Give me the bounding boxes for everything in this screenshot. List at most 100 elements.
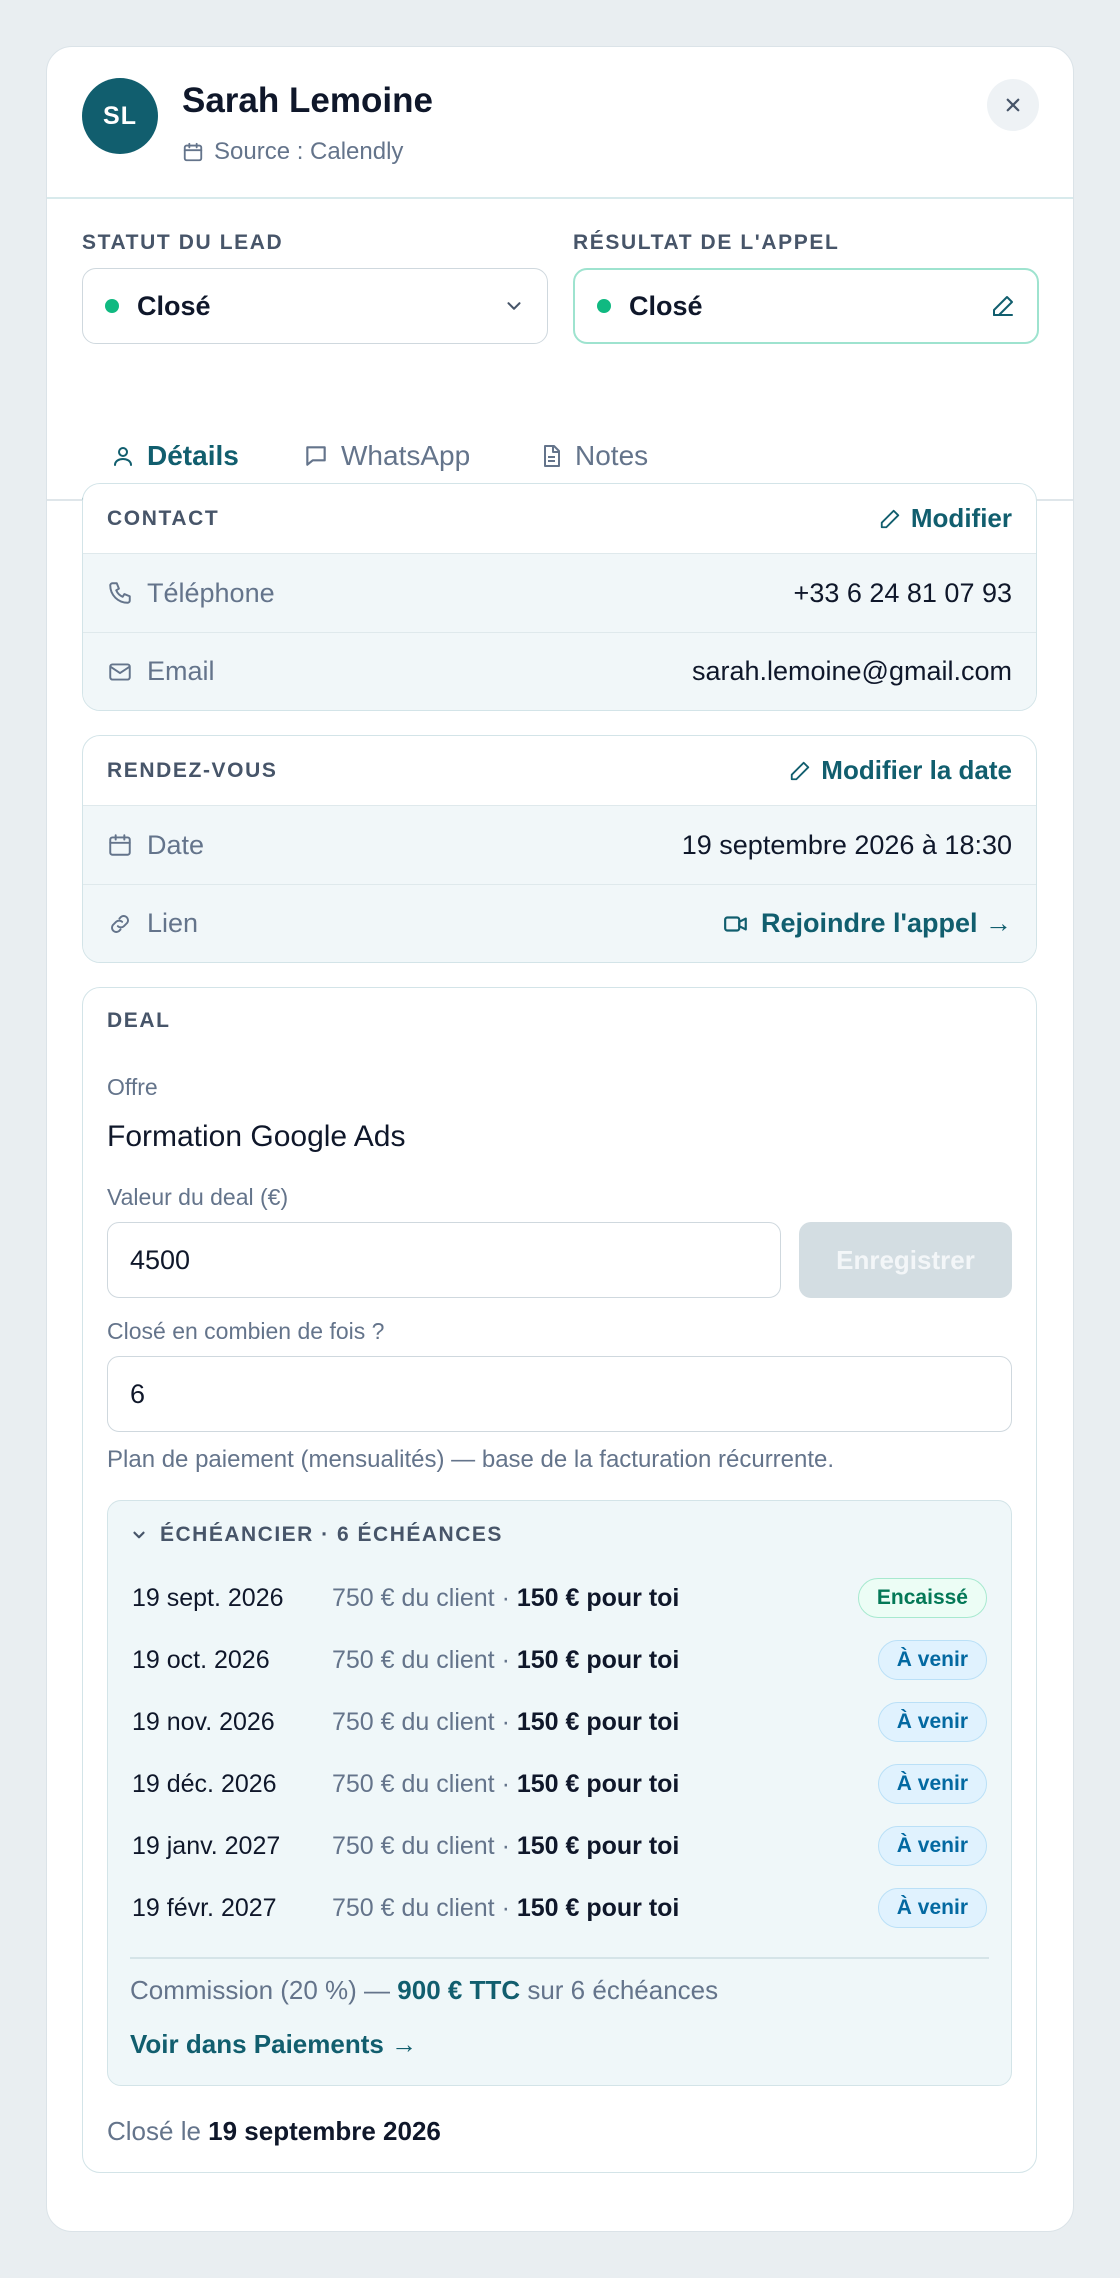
date-label: Date xyxy=(147,829,205,860)
schedule-date: 19 févr. 2027 xyxy=(132,1893,277,1922)
installments-label: Closé en combien de fois ? xyxy=(107,1318,385,1344)
lead-status-select[interactable]: Closé xyxy=(82,268,548,344)
closed-prefix: Closé le xyxy=(107,2116,209,2146)
commission-amount: 900 € TTC xyxy=(397,1975,521,2005)
phone-icon xyxy=(107,580,133,606)
schedule-amount: 750 € du client · 150 € pour toi xyxy=(332,1770,679,1799)
mail-icon xyxy=(107,659,133,685)
document-icon xyxy=(539,444,563,468)
commission-summary: Commission (20 %) — 900 € TTC sur 6 éché… xyxy=(130,1975,718,2006)
lead-detail-panel: SL Sarah Lemoine Source : Calendly STATU… xyxy=(46,46,1074,2232)
call-result-field[interactable]: Closé xyxy=(573,268,1039,344)
lead-source-text: Source : Calendly xyxy=(214,138,404,165)
installments-input[interactable]: 6 xyxy=(107,1356,1012,1432)
link-label: Lien xyxy=(147,908,199,938)
tab-label: Détails xyxy=(147,440,239,471)
divider xyxy=(130,1957,989,1959)
schedule-date: 19 nov. 2026 xyxy=(132,1707,275,1736)
call-result-label: RÉSULTAT DE L'APPEL xyxy=(573,231,840,254)
deal-value-input[interactable]: 4500 xyxy=(107,1222,781,1298)
offer-value: Formation Google Ads xyxy=(107,1120,406,1153)
appointment-title: RENDEZ-VOUS xyxy=(107,758,278,782)
appointment-section: RENDEZ-VOUS Modifier la date Date 19 sep… xyxy=(82,735,1037,963)
close-button[interactable] xyxy=(987,79,1039,131)
your-amount: 150 € pour toi xyxy=(516,1893,680,1922)
schedule-row: 19 nov. 2026 750 € du client · 150 € pour… xyxy=(132,1691,987,1753)
join-call-link[interactable]: Rejoindre l'appel → xyxy=(723,908,1012,939)
save-button[interactable]: Enregistrer xyxy=(799,1222,1012,1298)
schedule-amount: 750 € du client · 150 € pour toi xyxy=(332,1646,679,1675)
client-amount: 750 € du client · xyxy=(332,1769,517,1798)
schedule-title: ÉCHÉANCIER · 6 ÉCHÉANCES xyxy=(160,1523,503,1546)
schedule-row: 19 janv. 2027 750 € du client · 150 € pou… xyxy=(132,1815,987,1877)
phone-value[interactable]: +33 6 24 81 07 93 xyxy=(794,578,1012,609)
see-payments-link[interactable]: Voir dans Paiements → xyxy=(130,2029,417,2060)
tab-label: Notes xyxy=(575,440,649,471)
contact-title: CONTACT xyxy=(107,506,220,530)
chevron-down-icon xyxy=(130,1526,148,1544)
lead-name: Sarah Lemoine xyxy=(182,81,433,120)
status-badge: Encaissé xyxy=(857,1578,987,1618)
your-amount: 150 € pour toi xyxy=(516,1583,680,1612)
schedule-date: 19 sept. 2026 xyxy=(132,1583,284,1612)
your-amount: 150 € pour toi xyxy=(516,1707,680,1736)
client-amount: 750 € du client · xyxy=(332,1707,517,1736)
pencil-icon xyxy=(789,760,811,782)
email-value[interactable]: sarah.lemoine@gmail.com xyxy=(692,656,1012,687)
edit-contact-button[interactable]: Modifier xyxy=(879,503,1012,534)
call-result-value: Closé xyxy=(629,290,703,321)
schedule-date: 19 janv. 2027 xyxy=(132,1831,281,1860)
status-badge: À venir xyxy=(877,1888,987,1928)
schedule-amount: 750 € du client · 150 € pour toi xyxy=(332,1832,679,1861)
calendar-icon xyxy=(182,141,204,163)
tab-label: WhatsApp xyxy=(341,440,471,471)
schedule-amount: 750 € du client · 150 € pour toi xyxy=(332,1894,679,1923)
schedule-row: 19 févr. 2027 750 € du client · 150 € pou… xyxy=(132,1877,987,1939)
date-value: 19 septembre 2026 à 18:30 xyxy=(681,829,1012,860)
lead-header: SL Sarah Lemoine Source : Calendly xyxy=(47,47,1073,199)
payment-schedule: ÉCHÉANCIER · 6 ÉCHÉANCES 19 sept. 2026 75… xyxy=(107,1500,1012,2086)
pencil-icon[interactable] xyxy=(991,294,1015,318)
your-amount: 150 € pour toi xyxy=(516,1645,680,1674)
edit-date-button[interactable]: Modifier la date xyxy=(789,755,1012,786)
schedule-date: 19 oct. 2026 xyxy=(132,1645,270,1674)
email-label: Email xyxy=(147,656,215,686)
deal-value-label: Valeur du deal (€) xyxy=(107,1184,289,1210)
schedule-row: 19 oct. 2026 750 € du client · 150 € pour… xyxy=(132,1629,987,1691)
status-badge: À venir xyxy=(877,1826,987,1866)
schedule-amount: 750 € du client · 150 € pour toi xyxy=(332,1584,679,1613)
pencil-icon xyxy=(879,508,901,530)
commission-suffix: sur 6 échéances xyxy=(520,1975,719,2005)
edit-contact-label: Modifier xyxy=(910,503,1012,533)
schedule-row: 19 déc. 2026 750 € du client · 150 € pour… xyxy=(132,1753,987,1815)
calendar-icon xyxy=(107,832,133,858)
commission-prefix: Commission (20 %) — xyxy=(130,1975,398,2005)
status-badge: À venir xyxy=(877,1702,987,1742)
edit-date-label: Modifier la date xyxy=(821,755,1012,785)
status-badge: À venir xyxy=(877,1764,987,1804)
chevron-down-icon xyxy=(503,295,525,317)
client-amount: 750 € du client · xyxy=(332,1831,517,1860)
schedule-row: 19 sept. 2026 750 € du client · 150 € pou… xyxy=(132,1567,987,1629)
closed-date-value: 19 septembre 2026 xyxy=(208,2116,441,2146)
close-icon xyxy=(1004,96,1022,114)
contact-section: CONTACT Modifier Téléphone +33 6 24 81 0… xyxy=(82,483,1037,711)
schedule-date: 19 déc. 2026 xyxy=(132,1769,277,1798)
status-badge: À venir xyxy=(877,1640,987,1680)
deal-section: DEAL Offre Formation Google Ads Valeur d… xyxy=(82,987,1037,2173)
client-amount: 750 € du client · xyxy=(332,1583,517,1612)
deal-title: DEAL xyxy=(107,1009,171,1032)
client-amount: 750 € du client · xyxy=(332,1893,517,1922)
status-dot xyxy=(597,299,611,313)
schedule-amount: 750 € du client · 150 € pour toi xyxy=(332,1708,679,1737)
lead-status-value: Closé xyxy=(137,290,211,321)
status-dot xyxy=(105,299,119,313)
your-amount: 150 € pour toi xyxy=(516,1831,680,1860)
user-icon xyxy=(111,444,135,468)
phone-label: Téléphone xyxy=(147,577,275,608)
link-icon xyxy=(107,911,133,937)
schedule-toggle[interactable]: ÉCHÉANCIER · 6 ÉCHÉANCES xyxy=(130,1523,503,1547)
lead-status-label: STATUT DU LEAD xyxy=(82,231,284,254)
chat-bubble-icon xyxy=(303,443,329,469)
installments-helper: Plan de paiement (mensualités) — base de… xyxy=(107,1446,835,1473)
